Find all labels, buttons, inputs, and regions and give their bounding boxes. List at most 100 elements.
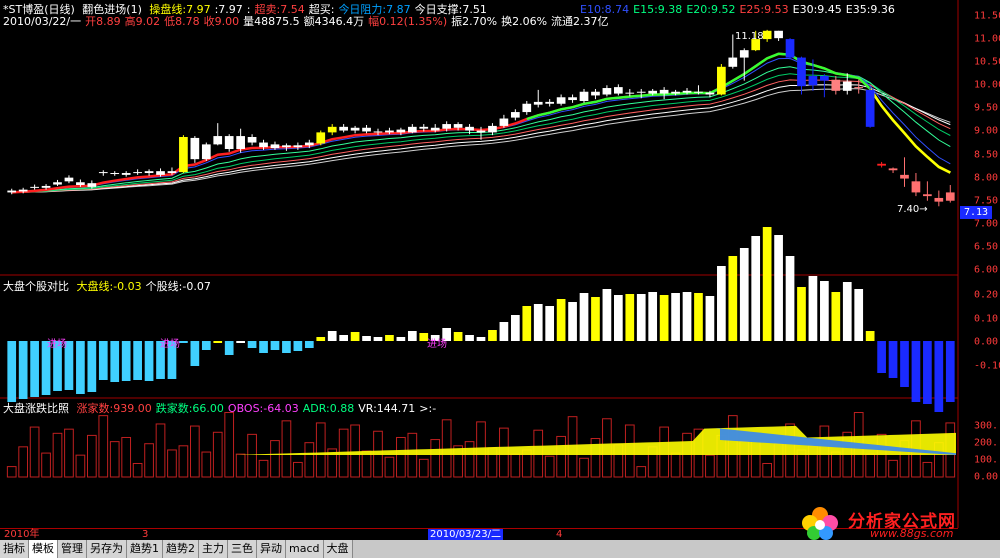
adv-bar: [167, 449, 177, 478]
candle-body: [30, 186, 39, 188]
chart-area[interactable]: [0, 0, 1000, 528]
adv-bar: [556, 435, 566, 478]
candle-body: [717, 66, 726, 95]
compare-bar: [350, 332, 360, 341]
compare-bar: [625, 294, 635, 341]
compare-bar: [717, 266, 726, 341]
candle-body: [236, 136, 245, 150]
candle-body: [842, 81, 852, 91]
compare-bar: [556, 299, 566, 341]
candle-body: [705, 92, 715, 95]
compare-bar: [488, 330, 497, 341]
compare-bar: [259, 341, 268, 353]
adv-bar: [315, 422, 326, 478]
adv-bar: [201, 451, 212, 478]
candle-body: [923, 194, 932, 197]
adv-bar: [670, 452, 681, 478]
tab-9[interactable]: macd: [286, 540, 324, 558]
adv-bar: [109, 441, 120, 478]
compare-bar: [602, 289, 612, 341]
axis-label: 0.10: [974, 313, 999, 325]
adv-bar: [258, 459, 269, 478]
candle-body: [7, 190, 17, 193]
low-annotation: 7.40→: [897, 204, 928, 215]
entry-tag-2: 进场: [160, 339, 180, 350]
candle-body: [419, 126, 429, 129]
candle-body: [865, 89, 875, 127]
low-value: 7.40: [897, 204, 920, 215]
candle-body: [797, 57, 806, 87]
compare-bar: [774, 235, 783, 341]
watermark-url: www.88gs.com: [870, 527, 954, 540]
candle-body: [934, 197, 944, 202]
adv-bar: [235, 453, 246, 478]
tab-4[interactable]: 趋势1: [127, 540, 163, 558]
candle-body: [167, 171, 177, 174]
candle-body: [671, 91, 680, 94]
compare-bar: [293, 341, 303, 351]
candle-body: [900, 174, 909, 179]
tab-2[interactable]: 管理: [58, 540, 87, 558]
candle-body: [579, 91, 589, 101]
adv-bar: [441, 419, 452, 478]
candle-body: [785, 39, 795, 58]
candle-body: [64, 177, 74, 182]
compare-bar: [751, 236, 761, 341]
adv-bar: [41, 452, 51, 478]
candle-body: [53, 182, 62, 185]
candle-body: [133, 172, 142, 174]
tab-0[interactable]: 指标: [0, 540, 29, 558]
bottom-tabbar: 指标 模板 管理 另存为 趋势1 趋势2 主力 三色 异动 macd 大盘: [0, 540, 1000, 558]
axis-label: 10.00: [974, 79, 1000, 91]
tab-1[interactable]: 模板: [29, 540, 58, 558]
compare-bar: [270, 341, 280, 350]
candle-body: [545, 101, 555, 104]
tab-3[interactable]: 另存为: [87, 540, 127, 558]
tab-8[interactable]: 异动: [257, 540, 286, 558]
candle-body: [568, 97, 577, 101]
axis-label: 7.50: [974, 195, 999, 207]
adv-bar: [86, 434, 97, 478]
axis-label: 10.50: [974, 56, 1000, 68]
candle-body: [110, 173, 120, 175]
tab-7[interactable]: 三色: [228, 540, 257, 558]
entry-tag-1: 进场: [47, 339, 67, 350]
mid-axis: 0.20 0.10 0.00 -0.10: [960, 275, 1000, 398]
compare-bar: [76, 341, 85, 394]
candle-body: [694, 91, 703, 93]
candle-body: [430, 127, 440, 131]
adv-bar: [178, 445, 189, 478]
compare-bar: [339, 335, 348, 341]
adv-bar: [212, 431, 223, 478]
candle-body: [659, 89, 669, 94]
axis-label: 9.50: [974, 102, 999, 114]
tab-5[interactable]: 趋势2: [163, 540, 199, 558]
candle-body: [190, 137, 200, 160]
tab-6[interactable]: 主力: [199, 540, 228, 558]
adv-bar: [64, 428, 74, 478]
candle-body: [625, 92, 635, 94]
compare-bar: [510, 315, 520, 341]
tab-10[interactable]: 大盘: [323, 540, 353, 558]
adv-bar: [350, 424, 360, 478]
candle-body: [247, 136, 257, 143]
mid-bars: [7, 227, 955, 412]
compare-bar: [900, 341, 909, 387]
compare-bar: [18, 341, 28, 399]
candle-body: [362, 127, 371, 132]
compare-bar: [671, 293, 680, 341]
compare-bar: [545, 306, 555, 341]
compare-bar: [739, 248, 749, 341]
compare-bar: [694, 293, 703, 341]
axis-label: 0.00: [974, 471, 999, 483]
adv-bar: [464, 441, 475, 478]
axis-label: 8.50: [974, 149, 999, 161]
candle-body: [614, 87, 623, 94]
compare-bar: [888, 341, 898, 378]
candle-body: [201, 144, 211, 160]
compare-bar: [522, 306, 532, 341]
adv-bar: [396, 436, 406, 478]
candle-body: [350, 127, 360, 131]
candle-body: [488, 125, 497, 133]
adv-bar: [865, 453, 876, 478]
